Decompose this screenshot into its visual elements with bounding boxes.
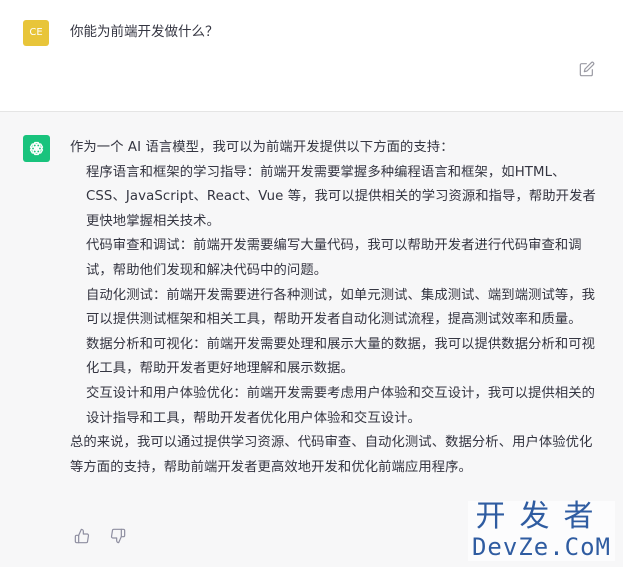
chatgpt-logo-icon — [23, 135, 50, 162]
user-avatar: CE — [23, 20, 49, 46]
thumbs-up-icon[interactable] — [74, 528, 90, 544]
list-item: 代码审查和调试：前端开发需要编写大量代码，我可以帮助开发者进行代码审查和调试，帮… — [86, 238, 582, 278]
assistant-summary: 总的来说，我可以通过提供学习资源、代码审查、自动化测试、数据分析、用户体验优化等… — [70, 435, 593, 475]
list-item: 程序语言和框架的学习指导：前端开发需要掌握多种编程语言和框架，如HTML、CSS… — [86, 164, 596, 229]
list-item: 交互设计和用户体验优化：前端开发需要考虑用户体验和交互设计，我可以提供相关的设计… — [86, 385, 596, 426]
thumbs-down-icon[interactable] — [110, 528, 126, 544]
user-message-row: CE 你能为前端开发做什么？ — [0, 0, 623, 112]
site-watermark: 开发者 DevZe.CoM — [467, 499, 615, 561]
assistant-intro: 作为一个 AI 语言模型，我可以为前端开发提供以下方面的支持： — [70, 140, 454, 155]
assistant-message-text: 作为一个 AI 语言模型，我可以为前端开发提供以下方面的支持： 程序语言和框架的… — [70, 136, 600, 480]
edit-icon[interactable] — [579, 61, 595, 77]
watermark-english: DevZe.CoM — [471, 533, 611, 561]
list-item: 数据分析和可视化：前端开发需要处理和展示大量的数据，我可以提供数据分析和可视化工… — [86, 336, 596, 377]
watermark-chinese: 开发者 — [475, 499, 608, 534]
list-item: 自动化测试：前端开发需要进行各种测试，如单元测试、集成测试、端到端测试等，我可以… — [86, 287, 596, 328]
user-message-text: 你能为前端开发做什么？ — [70, 24, 219, 40]
